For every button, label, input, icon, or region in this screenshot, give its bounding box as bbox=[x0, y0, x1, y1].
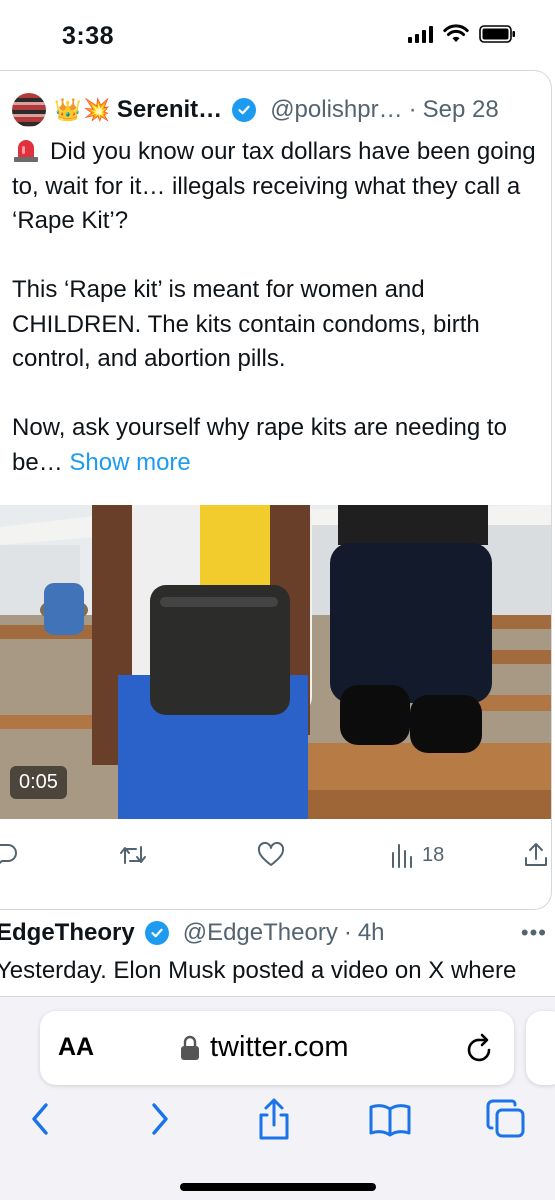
next-tab-peek[interactable] bbox=[526, 1011, 555, 1085]
book-icon bbox=[369, 1104, 411, 1137]
reload-button[interactable] bbox=[464, 1031, 496, 1070]
tweet-timestamp[interactable]: Sep 28 bbox=[423, 96, 499, 124]
url-display[interactable]: twitter.com bbox=[180, 1031, 349, 1064]
video-duration: 0:05 bbox=[10, 766, 67, 799]
video-frame-image bbox=[0, 505, 551, 819]
views-icon bbox=[392, 844, 412, 868]
tweet-text: Did you know our tax dollars have been g… bbox=[12, 135, 542, 480]
retweet-icon bbox=[120, 846, 146, 864]
reader-options-button[interactable]: AA bbox=[58, 1033, 94, 1062]
tweet2-display-name[interactable]: EdgeTheory bbox=[0, 919, 135, 947]
tweet2-verified-badge-icon bbox=[144, 921, 169, 945]
tabs-button[interactable] bbox=[484, 1097, 528, 1141]
url-text: twitter.com bbox=[210, 1031, 349, 1063]
separator-dot: · bbox=[408, 96, 417, 123]
tweet-card[interactable]: 👑 💥 Serenit… @polishpr… · Sep 28 Did you… bbox=[0, 70, 552, 910]
tweet-paragraph: Did you know our tax dollars have been g… bbox=[12, 135, 542, 239]
tweet-actions: 18 bbox=[0, 841, 551, 875]
share-icon bbox=[259, 1098, 289, 1140]
forward-button[interactable] bbox=[138, 1097, 182, 1141]
tweet2-header: EdgeTheory @EdgeTheory · 4h bbox=[0, 916, 555, 950]
reply-icon bbox=[0, 844, 17, 864]
bookmarks-button[interactable] bbox=[368, 1097, 412, 1141]
tweet-paragraph-1: Did you know our tax dollars have been g… bbox=[12, 138, 536, 234]
show-more-link[interactable]: Show more bbox=[69, 449, 190, 476]
tabs-icon bbox=[486, 1099, 525, 1138]
tweet-header: 👑 💥 Serenit… @polishpr… · Sep 28 bbox=[12, 93, 542, 127]
verified-badge-icon bbox=[232, 98, 257, 122]
lock-icon bbox=[181, 1035, 199, 1060]
siren-icon bbox=[14, 140, 38, 162]
home-indicator bbox=[180, 1183, 376, 1191]
collision-emoji: 💥 bbox=[83, 97, 111, 122]
heart-icon bbox=[257, 841, 285, 866]
back-button[interactable] bbox=[18, 1097, 62, 1141]
share-page-button[interactable] bbox=[252, 1097, 296, 1141]
chevron-left-icon bbox=[32, 1103, 48, 1135]
browser-toolbar: AA twitter.com bbox=[0, 996, 555, 1200]
views-button[interactable]: 18 bbox=[390, 841, 444, 869]
cellular-signal-icon bbox=[408, 25, 433, 43]
tweet-paragraph-2: This ‘Rape kit’ is meant for women and C… bbox=[12, 276, 480, 372]
tweet2-separator-dot: · bbox=[343, 919, 352, 946]
tweet-paragraph-3: Now, ask yourself why rape kits are need… bbox=[12, 411, 542, 480]
tweet2-text: Yesterday. Elon Musk posted a video on X… bbox=[0, 957, 517, 984]
reload-icon bbox=[467, 1033, 491, 1062]
tweet2-timestamp[interactable]: 4h bbox=[358, 919, 385, 947]
tweet2-handle[interactable]: @EdgeTheory bbox=[183, 919, 338, 947]
share-button[interactable] bbox=[522, 841, 550, 869]
reply-button[interactable] bbox=[0, 841, 18, 869]
retweet-button[interactable] bbox=[118, 841, 148, 869]
views-count: 18 bbox=[422, 843, 445, 866]
address-bar[interactable]: AA twitter.com bbox=[40, 1011, 514, 1085]
battery-icon bbox=[479, 25, 515, 43]
wifi-icon bbox=[443, 24, 469, 42]
like-button[interactable] bbox=[256, 841, 286, 869]
status-bar: 3:38 bbox=[0, 0, 555, 70]
share-icon bbox=[525, 843, 547, 866]
more-options-icon[interactable]: ••• bbox=[521, 920, 547, 946]
crown-emoji: 👑 bbox=[54, 97, 82, 122]
status-time: 3:38 bbox=[62, 22, 115, 50]
display-name[interactable]: Serenit… bbox=[117, 96, 222, 124]
avatar[interactable] bbox=[12, 93, 46, 127]
handle[interactable]: @polishpr… bbox=[270, 96, 402, 124]
status-icons bbox=[408, 24, 517, 44]
video-player[interactable]: 0:05 bbox=[0, 505, 551, 819]
chevron-right-icon bbox=[152, 1103, 168, 1135]
